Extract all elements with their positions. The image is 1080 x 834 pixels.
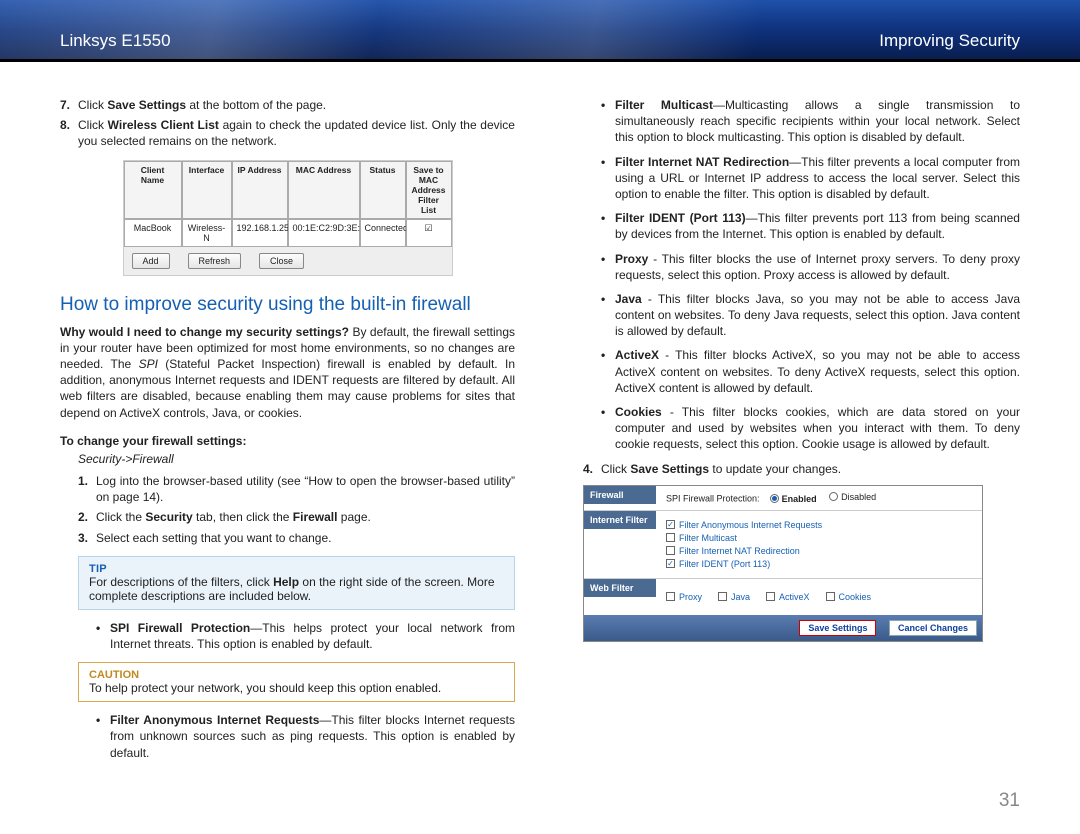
right-bullets: •Filter Multicast—Multicasting allows a … bbox=[601, 97, 1020, 453]
table-row: MacBook Wireless-N 192.168.1.25 00:1E:C2… bbox=[124, 219, 452, 247]
left-bullets-2: •Filter Anonymous Internet Requests—This… bbox=[96, 712, 515, 761]
bullet-fair: •Filter Anonymous Internet Requests—This… bbox=[96, 712, 515, 761]
bullet-spi: •SPI Firewall Protection—This helps prot… bbox=[96, 620, 515, 652]
header-band: Linksys E1550 Improving Security bbox=[0, 0, 1080, 62]
client-list-screenshot: Client Name Interface IP Address MAC Add… bbox=[123, 160, 453, 276]
step-8: 8. Click Wireless Client List again to c… bbox=[60, 117, 515, 149]
bullet-java: •Java - This filter blocks Java, so you … bbox=[601, 291, 1020, 340]
table-header-row: Client Name Interface IP Address MAC Add… bbox=[124, 161, 452, 219]
nav-path: Security->Firewall bbox=[78, 451, 515, 467]
s2-firewall-row: Firewall SPI Firewall Protection: Enable… bbox=[584, 486, 982, 510]
save-settings-button[interactable]: Save Settings bbox=[799, 620, 876, 636]
bullet-filter-multicast: •Filter Multicast—Multicasting allows a … bbox=[601, 97, 1020, 146]
caution-box: CAUTION To help protect your network, yo… bbox=[78, 662, 515, 702]
chk-cookies[interactable]: Cookies bbox=[826, 592, 872, 602]
enabled-radio[interactable]: Enabled bbox=[770, 494, 817, 504]
section-heading: How to improve security using the built-… bbox=[60, 294, 515, 316]
s2-footer: Save Settings Cancel Changes bbox=[584, 615, 982, 641]
disabled-radio[interactable]: Disabled bbox=[829, 492, 876, 502]
page-number: 31 bbox=[0, 784, 1080, 828]
bullet-filter-ident: •Filter IDENT (Port 113)—This filter pre… bbox=[601, 210, 1020, 242]
chk-anon[interactable]: ✓Filter Anonymous Internet Requests bbox=[666, 520, 972, 530]
table-buttons: Add Refresh Close bbox=[124, 247, 452, 275]
bullet-filter-nat: •Filter Internet NAT Redirection—This fi… bbox=[601, 154, 1020, 203]
tip-box: TIP For descriptions of the filters, cli… bbox=[78, 556, 515, 610]
bullet-activex: •ActiveX - This filter blocks ActiveX, s… bbox=[601, 347, 1020, 396]
left-column: 7. Click Save Settings at the bottom of … bbox=[60, 97, 515, 769]
fw-step-1: 1.Log into the browser-based utility (se… bbox=[78, 473, 515, 505]
bullet-cookies: •Cookies - This filter blocks cookies, w… bbox=[601, 404, 1020, 453]
document-page: Linksys E1550 Improving Security 7. Clic… bbox=[0, 0, 1080, 828]
right-column: •Filter Multicast—Multicasting allows a … bbox=[565, 97, 1020, 769]
s2-web-filter-row: Web Filter Proxy Java ActiveX Cookies bbox=[584, 578, 982, 615]
refresh-button[interactable]: Refresh bbox=[188, 253, 242, 269]
header-product: Linksys E1550 bbox=[60, 31, 171, 51]
two-column-content: 7. Click Save Settings at the bottom of … bbox=[0, 62, 1080, 784]
step-7: 7. Click Save Settings at the bottom of … bbox=[60, 97, 515, 113]
s2-internet-filter-row: Internet Filter ✓Filter Anonymous Intern… bbox=[584, 510, 982, 578]
chk-java[interactable]: Java bbox=[718, 592, 750, 602]
add-button[interactable]: Add bbox=[132, 253, 170, 269]
continued-steps: 7. Click Save Settings at the bottom of … bbox=[60, 97, 515, 150]
close-button[interactable]: Close bbox=[259, 253, 304, 269]
fw-step-3: 3.Select each setting that you want to c… bbox=[78, 530, 515, 546]
step-4-list: 4.Click Save Settings to update your cha… bbox=[583, 461, 1020, 477]
chk-ident[interactable]: ✓Filter IDENT (Port 113) bbox=[666, 559, 972, 569]
procedure-subhead: To change your firewall settings: bbox=[60, 433, 515, 449]
intro-paragraph: Why would I need to change my security s… bbox=[60, 324, 515, 421]
chk-proxy[interactable]: Proxy bbox=[666, 592, 702, 602]
cancel-changes-button[interactable]: Cancel Changes bbox=[889, 620, 977, 636]
left-bullets: •SPI Firewall Protection—This helps prot… bbox=[96, 620, 515, 652]
fw-step-2: 2.Click the Security tab, then click the… bbox=[78, 509, 515, 525]
chk-activex[interactable]: ActiveX bbox=[766, 592, 810, 602]
step-4: 4.Click Save Settings to update your cha… bbox=[583, 461, 1020, 477]
spi-label: SPI Firewall Protection: bbox=[666, 493, 760, 503]
chk-multicast[interactable]: Filter Multicast bbox=[666, 533, 972, 543]
firewall-settings-screenshot: Firewall SPI Firewall Protection: Enable… bbox=[583, 485, 983, 642]
bullet-proxy: •Proxy - This filter blocks the use of I… bbox=[601, 251, 1020, 283]
checkbox-icon: ☑ bbox=[406, 219, 452, 247]
firewall-steps: 1.Log into the browser-based utility (se… bbox=[78, 473, 515, 546]
header-section: Improving Security bbox=[879, 31, 1020, 51]
chk-nat[interactable]: Filter Internet NAT Redirection bbox=[666, 546, 972, 556]
